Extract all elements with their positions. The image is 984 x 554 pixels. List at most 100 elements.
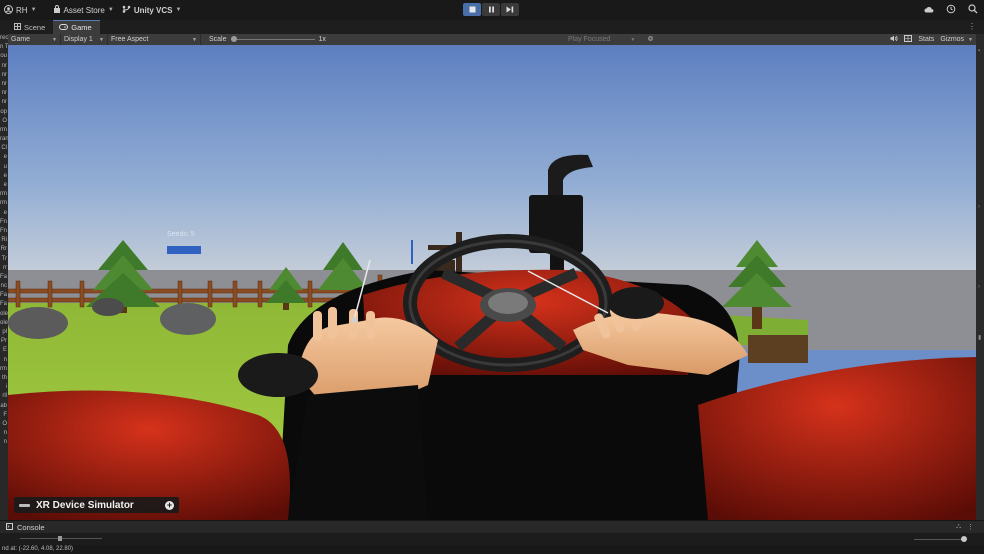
console-label: Console [17,522,45,532]
chevron-down-icon: ▼ [630,36,636,43]
hierarchy-item[interactable]: ran [0,135,8,144]
hierarchy-item[interactable]: e [0,181,8,190]
hierarchy-item[interactable]: n T [0,43,8,52]
dirt-block [748,335,808,363]
stats-button[interactable]: Stats [918,36,934,43]
hierarchy-item[interactable]: Pr [0,337,8,346]
hierarchy-item[interactable]: rm [0,126,8,135]
hierarchy-item[interactable]: O [0,117,8,126]
tab-game-label: Game [71,23,92,32]
play-button[interactable] [463,3,481,16]
more-options-icon[interactable]: ⋮ [968,22,976,31]
hierarchy-item[interactable]: ole [0,319,8,328]
hierarchy-item[interactable]: O [0,420,8,429]
scale-slider[interactable] [230,36,315,42]
hierarchy-item[interactable]: nr [0,71,8,80]
hierarchy-item[interactable]: Tr [0,255,8,264]
main-toolbar: RH ▼ Asset Store ▼ Unity VCS ▼ [0,0,984,20]
account-dropdown[interactable]: RH ▼ [0,0,41,20]
tab-scene[interactable]: Scene [8,20,53,34]
hierarchy-item[interactable]: rec [0,34,8,43]
gizmo-grid-icon[interactable] [904,35,913,44]
seeds-counter: Seeds: 5 [167,231,195,238]
zoom-slider[interactable] [914,539,964,540]
hierarchy-item[interactable]: F [0,411,8,420]
hierarchy-item[interactable]: rll [0,392,8,401]
drag-handle-icon[interactable] [19,503,30,507]
hierarchy-item[interactable]: op [0,108,8,117]
hierarchy-item[interactable]: nc [0,282,8,291]
step-button[interactable] [501,3,519,16]
timeline-slider-handle[interactable] [58,536,62,541]
hierarchy-item[interactable]: u [0,163,8,172]
hierarchy-item[interactable]: Fa [0,291,8,300]
hierarchy-item[interactable]: n [0,438,8,447]
asset-store-dropdown[interactable]: Asset Store ▼ [49,0,118,20]
tab-game[interactable]: Game [53,20,100,34]
hierarchy-item[interactable]: rm [0,190,8,199]
chevron-down-icon: ▼ [968,36,973,43]
console-panel-header[interactable]: Console ⛬ ⋮ [0,520,984,533]
settings-gear-icon[interactable] [647,35,654,44]
pause-button[interactable] [482,3,500,16]
hierarchy-item[interactable]: nr [0,62,8,71]
hierarchy-item[interactable]: nr [0,80,8,89]
zoom-slider-handle[interactable] [961,536,967,542]
hierarchy-item[interactable]: nr [0,98,8,107]
chevron-down-icon: ▼ [99,36,104,43]
hierarchy-item[interactable]: rm [0,199,8,208]
right-fender [698,357,976,520]
view-mode-dropdown[interactable]: Game ▼ [8,34,61,45]
gizmos-dropdown[interactable]: Gizmos ▼ [940,36,973,43]
hierarchy-item[interactable]: e [0,209,8,218]
playback-controls [463,3,519,16]
game-scene-render [8,45,976,520]
interaction-marker [411,240,413,264]
asset-store-label: Asset Store [63,5,105,15]
hierarchy-item[interactable]: ou [0,52,8,61]
expand-plus-icon[interactable]: + [165,500,174,510]
hierarchy-item[interactable]: Ri [0,236,8,245]
hierarchy-item[interactable]: rr [0,264,8,273]
hierarchy-item[interactable]: rm [0,365,8,374]
vcs-dropdown[interactable]: Unity VCS ▼ [118,0,186,20]
hierarchy-item[interactable]: i [0,383,8,392]
history-icon[interactable] [946,3,956,15]
hierarchy-item[interactable]: Cl [0,144,8,153]
vcs-label: Unity VCS [133,5,173,15]
more-options-icon[interactable]: ⋮ [967,523,974,531]
hierarchy-panel-edge: rec n Tou nr nr nr nr nr op Orm ran Cl e u e e rm rm e Fn F… [0,34,8,520]
hierarchy-item[interactable]: Rr [0,245,8,254]
search-icon[interactable] [968,3,978,15]
display-dropdown[interactable]: Display 1 ▼ [61,34,108,45]
audio-mute-icon[interactable] [890,35,898,44]
game-view-viewport[interactable]: Seeds: 5 XR Device Simulator + [8,45,976,520]
chevron-down-icon: ▼ [175,7,182,13]
tractor-wheel [608,287,664,319]
hierarchy-item[interactable]: ab [0,402,8,411]
display-label: Display 1 [64,36,93,43]
hierarchy-item[interactable]: Fn [0,227,8,236]
play-mode-dropdown[interactable]: Play Focused ▼ [568,36,635,43]
hierarchy-item[interactable]: n [0,429,8,438]
hierarchy-item[interactable]: th [0,374,8,383]
cloud-icon[interactable] [924,3,934,15]
scrollbar-handle[interactable]: ▮ [978,334,982,342]
scale-slider-handle[interactable] [230,36,237,42]
play-mode-label: Play Focused [567,36,611,43]
status-bar-text: nd at: (-22.60, 4.08, 22.80) [0,545,984,554]
hierarchy-item[interactable]: Fa [0,273,8,282]
hierarchy-item[interactable]: e [0,153,8,162]
lock-icon[interactable]: ⛬ [956,523,961,531]
hierarchy-item[interactable]: Fa [0,300,8,309]
hierarchy-item[interactable]: Fn [0,218,8,227]
hierarchy-item[interactable]: n [0,356,8,365]
hierarchy-item[interactable]: nr [0,89,8,98]
hierarchy-item[interactable]: ole [0,310,8,319]
aspect-dropdown[interactable]: Free Aspect ▼ [108,34,201,45]
hierarchy-item[interactable]: E [0,346,8,355]
hierarchy-item[interactable]: pl [0,328,8,337]
hierarchy-item[interactable]: e [0,172,8,181]
step-forward-icon [506,6,514,13]
xr-device-simulator-panel[interactable]: XR Device Simulator + [14,497,179,513]
